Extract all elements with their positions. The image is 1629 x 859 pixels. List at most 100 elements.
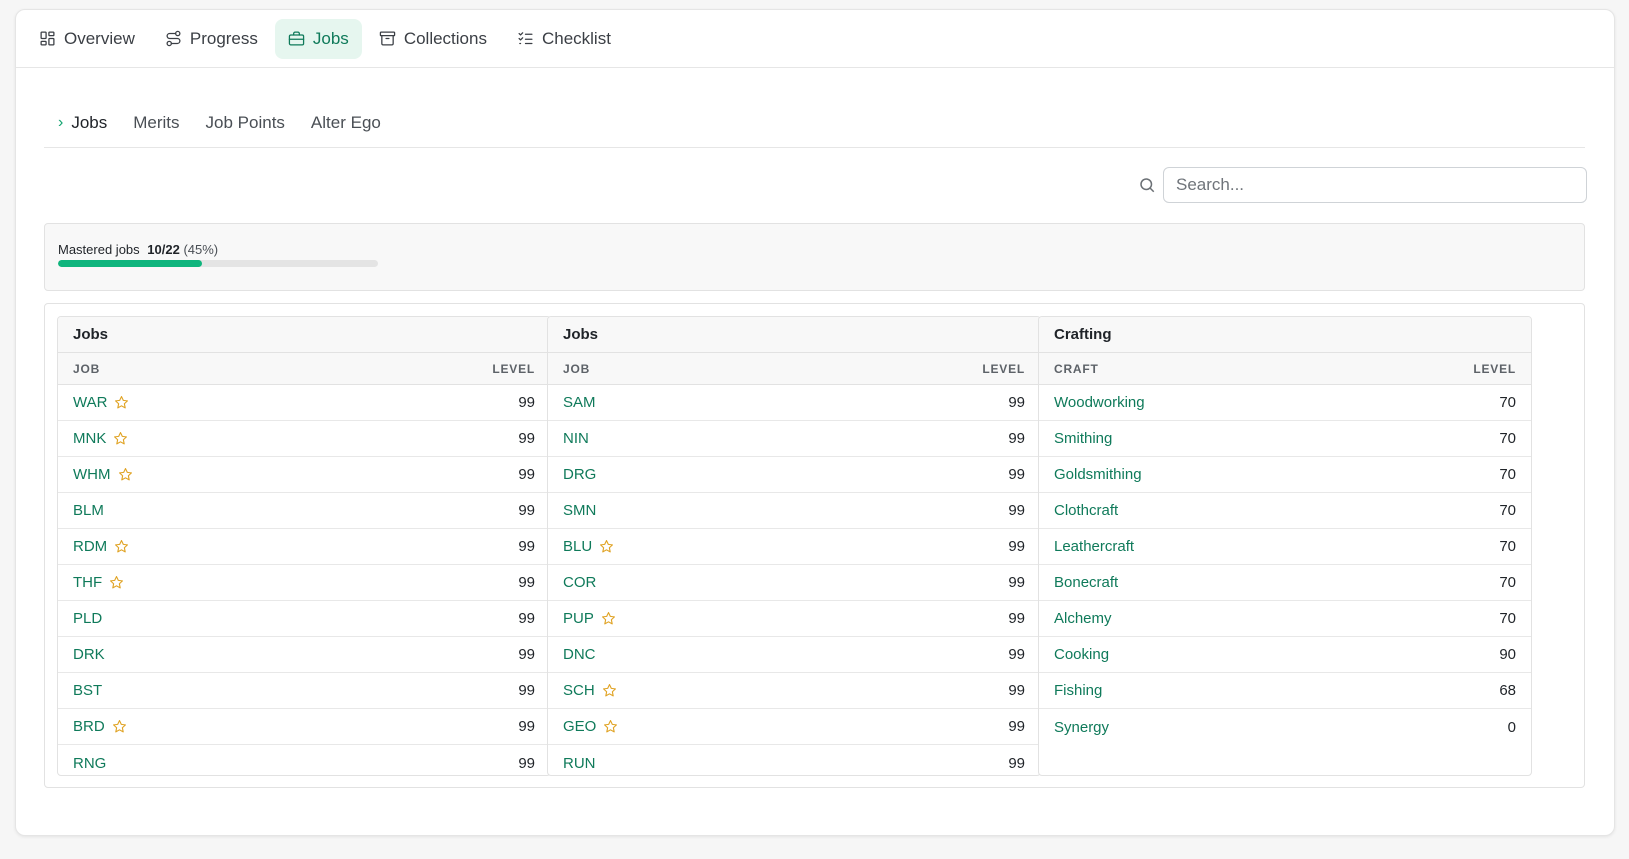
row-name-link[interactable]: BLM (73, 502, 104, 519)
table-row: BLU 99 (548, 529, 1040, 565)
row-name-link[interactable]: Bonecraft (1054, 574, 1118, 591)
mastery-progress-fill (58, 260, 202, 267)
row-name: Smithing (1054, 430, 1113, 447)
tab-label: Progress (189, 28, 258, 48)
jobs-panel-2: Jobs JOB LEVEL SAM 99 NIN 99 DRG 99 SMN 99 BLU 99… (547, 316, 1041, 776)
column-header: CRAFT LEVEL (1039, 353, 1531, 385)
star-icon (114, 395, 129, 410)
row-name-link[interactable]: RNG (73, 755, 106, 772)
subtab-alter-ego[interactable]: Alter Ego (311, 113, 381, 133)
row-name: Synergy (1054, 718, 1110, 736)
row-name-link[interactable]: RDM (73, 538, 129, 555)
row-name-link[interactable]: THF (73, 574, 124, 591)
subtab-merits[interactable]: Merits (133, 113, 179, 133)
row-name: Fishing (1054, 682, 1103, 699)
row-name-link[interactable]: DRK (73, 646, 105, 663)
tab-progress[interactable]: Progress (152, 19, 271, 59)
row-level: 70 (1499, 502, 1516, 519)
row-level: 99 (518, 574, 535, 591)
row-name-link[interactable]: Woodworking (1054, 394, 1145, 411)
table-row: RDM 99 (58, 529, 550, 565)
column-craft: CRAFT (1054, 361, 1099, 376)
row-name: THF (73, 574, 103, 591)
row-name: Bonecraft (1054, 574, 1119, 591)
row-name-link[interactable]: COR (563, 574, 596, 591)
row-level: 99 (1008, 754, 1025, 772)
row-name-link[interactable]: Cooking (1054, 646, 1109, 663)
row-level: 99 (1008, 430, 1025, 447)
row-name-link[interactable]: BLU (563, 538, 614, 555)
row-name: DRG (563, 466, 597, 483)
panel-title: Crafting (1039, 317, 1531, 353)
tab-overview[interactable]: Overview (26, 19, 148, 59)
star-icon (113, 431, 128, 446)
row-name: NIN (563, 430, 589, 447)
column-level: LEVEL (1473, 361, 1516, 376)
row-name-link[interactable]: NIN (563, 430, 589, 447)
table-row: MNK 99 (58, 421, 550, 457)
chevron-right-icon: › (58, 113, 64, 131)
tables-container: Jobs JOB LEVEL WAR 99 MNK 99 WHM 99 BLM 99 RDM 99… (44, 303, 1585, 788)
row-level: 99 (1008, 502, 1025, 519)
table-row: Leathercraft 70 (1039, 529, 1531, 565)
row-name: Leathercraft (1054, 538, 1135, 555)
row-name-link[interactable]: SAM (563, 394, 596, 411)
column-job: JOB (73, 361, 101, 376)
row-name: BLM (73, 502, 104, 519)
row-name-link[interactable]: PUP (563, 610, 616, 627)
column-header: JOB LEVEL (58, 353, 550, 385)
row-name-link[interactable]: SMN (563, 502, 596, 519)
row-level: 99 (518, 538, 535, 555)
sub-nav: › Jobs Merits Job Points Alter Ego (44, 98, 1585, 148)
table-row: DRG 99 (548, 457, 1040, 493)
subtab-label: Merits (133, 112, 180, 132)
row-name-link[interactable]: GEO (563, 718, 618, 735)
subtab-jobs[interactable]: › Jobs (58, 113, 107, 133)
row-level: 99 (1008, 538, 1025, 555)
row-name-link[interactable]: WAR (73, 394, 129, 411)
row-name: SCH (563, 682, 595, 699)
row-level: 99 (1008, 610, 1025, 627)
row-name: BRD (73, 718, 105, 735)
star-icon (599, 539, 614, 554)
row-name-link[interactable]: SCH (563, 682, 617, 699)
search-icon (1138, 176, 1158, 196)
row-name-link[interactable]: Alchemy (1054, 610, 1112, 627)
crafting-panel: Crafting CRAFT LEVEL Woodworking 70 Smithi… (1038, 316, 1532, 776)
row-name-link[interactable]: Goldsmithing (1054, 466, 1142, 483)
row-name: DNC (563, 646, 596, 663)
mastery-percent: (45%) (183, 242, 219, 257)
row-level: 0 (1507, 718, 1516, 736)
row-level: 70 (1499, 394, 1516, 411)
jobs-panel-1: Jobs JOB LEVEL WAR 99 MNK 99 WHM 99 BLM 99 RDM 99… (57, 316, 551, 776)
row-name-link[interactable]: DRG (563, 466, 596, 483)
row-name-link[interactable]: Fishing (1054, 682, 1102, 699)
table-row: SAM 99 (548, 385, 1040, 421)
row-name: SMN (563, 502, 597, 519)
row-name-link[interactable]: Clothcraft (1054, 502, 1118, 519)
tab-collections[interactable]: Collections (366, 19, 500, 59)
row-name-link[interactable]: DNC (563, 646, 596, 663)
row-name-link[interactable]: WHM (73, 466, 133, 483)
row-name-link[interactable]: Synergy (1054, 719, 1109, 736)
row-name-link[interactable]: BST (73, 682, 102, 699)
table-row: BLM 99 (58, 493, 550, 529)
table-row: THF 99 (58, 565, 550, 601)
row-name-link[interactable]: RUN (563, 755, 596, 772)
table-row: Fishing 68 (1039, 673, 1531, 709)
row-name-link[interactable]: MNK (73, 430, 128, 447)
subtab-job-points[interactable]: Job Points (206, 113, 285, 133)
row-name-link[interactable]: Leathercraft (1054, 538, 1134, 555)
row-name-link[interactable]: BRD (73, 718, 127, 735)
row-level: 99 (518, 394, 535, 411)
row-level: 70 (1499, 574, 1516, 591)
row-level: 99 (1008, 718, 1025, 735)
row-level: 99 (518, 682, 535, 699)
row-name-link[interactable]: Smithing (1054, 430, 1112, 447)
tab-jobs[interactable]: Jobs (274, 18, 362, 59)
row-name-link[interactable]: PLD (73, 610, 102, 627)
grid-icon (40, 31, 55, 46)
table-row: Alchemy 70 (1039, 601, 1531, 637)
tab-checklist[interactable]: Checklist (504, 19, 624, 59)
search-input[interactable] (1163, 167, 1587, 203)
